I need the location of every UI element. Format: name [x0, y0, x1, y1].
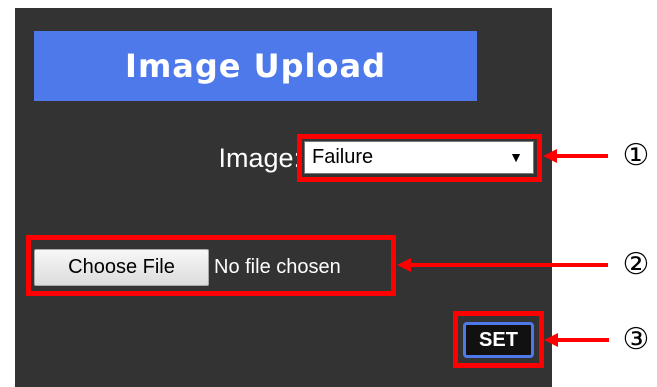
callout-marker-2: ②: [622, 247, 650, 282]
callout-marker-3: ③: [622, 322, 650, 357]
callout-box-3: [453, 311, 544, 368]
page-title-text: Image Upload: [125, 47, 386, 85]
callout-box-1: [297, 134, 542, 182]
page-title: Image Upload: [34, 31, 477, 101]
image-label: Image:: [218, 143, 301, 173]
callout-arrow-3-icon: [544, 333, 609, 347]
callout-marker-1: ①: [622, 138, 650, 173]
callout-box-2: [26, 235, 396, 296]
callout-arrow-2-icon: [397, 258, 608, 272]
callout-arrow-1-icon: [543, 149, 608, 163]
